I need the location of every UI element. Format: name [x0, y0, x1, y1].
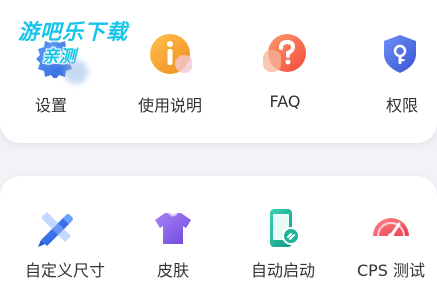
- settings-card-top: 设置 使用说明 FAQ 权限 游吧乐下载 亲测: [0, 0, 437, 143]
- menu-item-label: 皮肤: [156, 261, 189, 280]
- menu-item-auto-start[interactable]: 自动启动: [228, 176, 338, 286]
- menu-item-custom-size[interactable]: 自定义尺寸: [0, 176, 110, 286]
- ruler-pencil-icon: [33, 206, 77, 250]
- menu-item-label: 设置: [34, 96, 67, 115]
- question-icon: [263, 32, 307, 76]
- menu-item-label: 自定义尺寸: [24, 261, 105, 280]
- phone-link-icon: [261, 206, 305, 250]
- shield-lock-icon: [378, 32, 422, 76]
- settings-card-bottom: 自定义尺寸 皮肤 自动启动 CPS 测试: [0, 176, 437, 286]
- speedometer-icon: [369, 206, 413, 250]
- menu-item-label: FAQ: [269, 92, 301, 111]
- menu-item-skin[interactable]: 皮肤: [118, 176, 228, 286]
- menu-item-cps-test[interactable]: CPS 测试: [336, 176, 437, 286]
- menu-item-instructions[interactable]: 使用说明: [115, 0, 225, 143]
- menu-item-faq[interactable]: FAQ: [230, 0, 340, 143]
- menu-item-label: 使用说明: [137, 96, 202, 115]
- info-icon: [148, 32, 192, 76]
- menu-item-label: 自动启动: [250, 261, 315, 280]
- menu-item-label: 权限: [385, 96, 418, 115]
- menu-item-settings[interactable]: 设置: [0, 0, 110, 143]
- tshirt-icon: [151, 206, 195, 250]
- gear-icon: [33, 34, 77, 78]
- menu-item-label: CPS 测试: [356, 261, 426, 280]
- menu-item-permissions[interactable]: 权限: [345, 0, 437, 143]
